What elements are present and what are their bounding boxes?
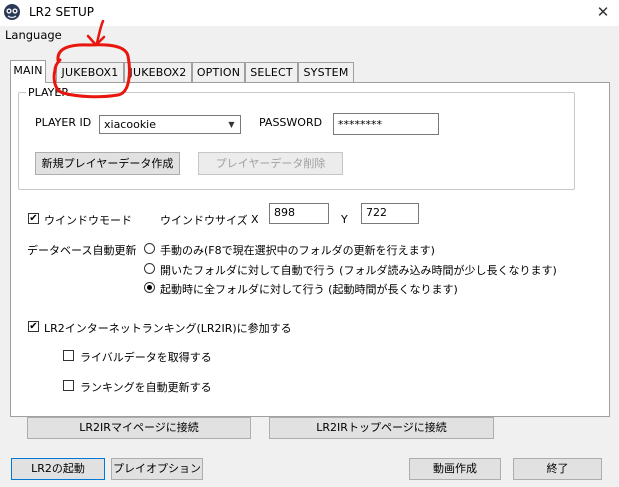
password-label: PASSWORD xyxy=(259,116,323,129)
window-width-input[interactable]: 898 xyxy=(269,203,329,224)
window-height-value: 722 xyxy=(366,206,387,219)
db-update-startup-radio[interactable] xyxy=(144,282,155,293)
player-id-label: PLAYER ID xyxy=(35,116,92,129)
password-value: ******** xyxy=(338,118,382,131)
window-x-label: X xyxy=(251,213,259,226)
create-movie-button[interactable]: 動画作成 xyxy=(409,458,501,480)
create-player-button[interactable]: 新規プレイヤーデータ作成 xyxy=(35,152,180,175)
db-update-startup-label: 起動時に全フォルダに対して行う (起動時間が長くなります) xyxy=(160,283,458,296)
tab-main[interactable]: MAIN xyxy=(10,60,46,83)
app-icon xyxy=(4,4,20,20)
db-update-open-folder-label: 開いたフォルダに対して自動で行う (フォルダ読み込み時間が少し長くなります) xyxy=(160,264,557,277)
db-update-manual-label: 手動のみ(F8で現在選択中のフォルダの更新を行えます) xyxy=(160,244,435,257)
close-button[interactable]: ✕ xyxy=(592,2,614,22)
menu-bar xyxy=(0,26,619,44)
ranking-auto-update-checkbox[interactable] xyxy=(63,380,74,391)
launch-lr2-button[interactable]: LR2の起動 xyxy=(11,458,105,480)
ranking-auto-update-label: ランキングを自動更新する xyxy=(80,381,212,394)
radio-selected-dot xyxy=(147,285,152,290)
window-height-input[interactable]: 722 xyxy=(361,203,419,224)
player-id-dropdown[interactable]: xiacookie ▼ xyxy=(99,115,241,134)
player-groupbox xyxy=(18,92,575,190)
tab-system[interactable]: SYSTEM xyxy=(298,62,354,82)
window-title: LR2 SETUP xyxy=(29,5,95,19)
lr2ir-join-checkbox[interactable]: ✔ xyxy=(28,321,39,332)
rival-data-label: ライバルデータを取得する xyxy=(80,351,212,364)
delete-player-button[interactable]: プレイヤーデータ削除 xyxy=(198,152,343,175)
db-update-manual-radio[interactable] xyxy=(144,243,155,254)
rival-data-checkbox[interactable] xyxy=(63,350,74,361)
tab-jukebox2[interactable]: JUKEBOX2 xyxy=(124,62,192,82)
lr2ir-mypage-button[interactable]: LR2IRマイページに接続 xyxy=(27,417,251,439)
tab-option[interactable]: OPTION xyxy=(192,62,245,82)
menu-language[interactable]: Language xyxy=(5,28,62,42)
window-mode-label: ウインドウモード xyxy=(44,214,132,227)
player-group-label: PLAYER xyxy=(26,86,71,99)
lr2ir-join-label: LR2インターネットランキング(LR2IR)に参加する xyxy=(44,322,292,335)
window-width-value: 898 xyxy=(274,206,295,219)
tab-select[interactable]: SELECT xyxy=(245,62,298,82)
password-field[interactable]: ******** xyxy=(333,113,439,135)
player-id-value: xiacookie xyxy=(104,118,157,131)
play-option-button[interactable]: プレイオプション xyxy=(111,458,203,480)
window-y-label: Y xyxy=(341,213,348,226)
lr2ir-toppage-button[interactable]: LR2IRトップページに接続 xyxy=(269,417,494,439)
exit-button[interactable]: 終了 xyxy=(513,458,602,480)
tab-jukebox1[interactable]: JUKEBOX1 xyxy=(56,62,124,82)
window-size-label: ウインドウサイズ xyxy=(160,214,248,227)
window-mode-checkbox[interactable]: ✔ xyxy=(28,213,39,224)
database-update-label: データベース自動更新 xyxy=(27,244,137,257)
db-update-open-folder-radio[interactable] xyxy=(144,263,155,274)
chevron-down-icon[interactable]: ▼ xyxy=(224,117,239,132)
